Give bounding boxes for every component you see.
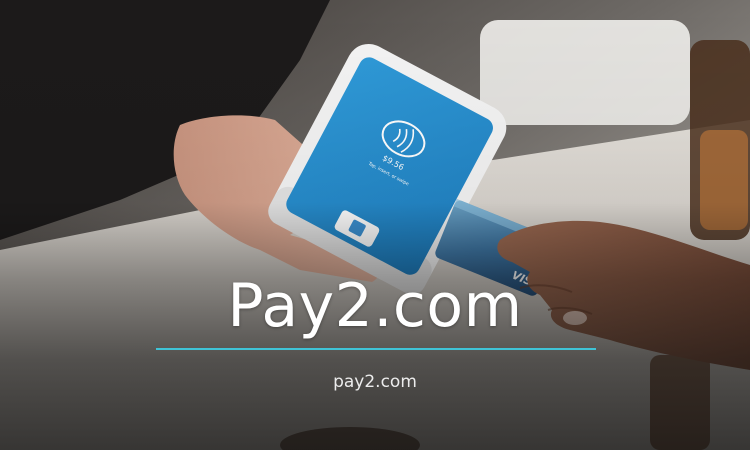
hero-banner: $9.56 Tap, insert, or swipe VISA Pay2.co… — [0, 0, 750, 450]
title-divider — [156, 348, 596, 350]
domain-url[interactable]: pay2.com — [0, 370, 750, 394]
domain-title: Pay2.com — [227, 271, 523, 341]
blurred-box — [480, 20, 690, 125]
